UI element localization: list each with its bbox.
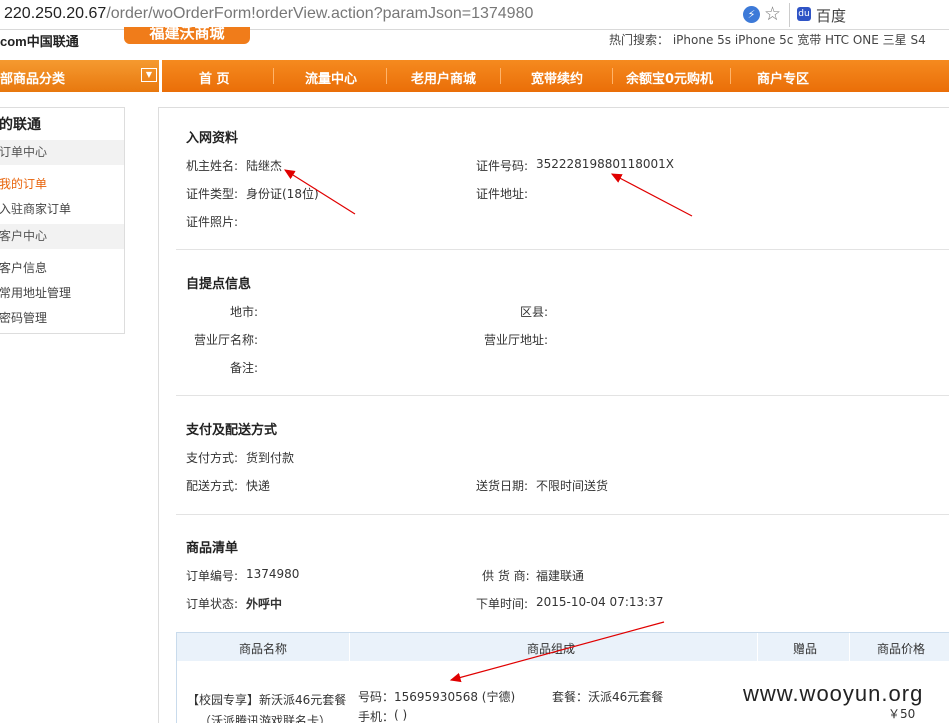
annotation-arrows [283,169,693,683]
arrow-to-phone-number [449,621,665,683]
arrow-to-id-number [610,173,693,217]
arrow-to-owner-name [283,169,356,215]
watermark-text: www.wooyun.org [743,681,924,706]
